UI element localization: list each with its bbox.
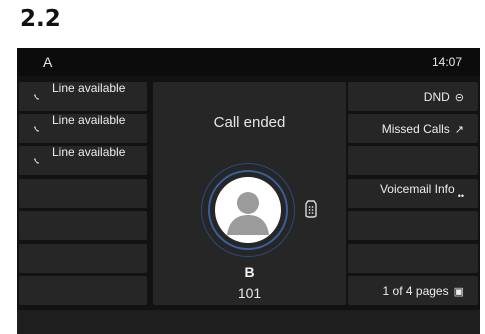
missed-call-icon: ↗ [454,124,464,136]
pages-icon: ▣ [453,286,464,298]
avatar [215,177,281,243]
dnd-label: DND [423,90,450,104]
voicemail-info-button[interactable]: Voicemail Info •• [348,179,478,208]
missed-calls-label: Missed Calls [381,122,450,136]
phone-icon: 📞︎ [33,91,41,104]
bottom-bar [17,310,480,334]
phone-icon: 📞︎ [33,155,41,168]
line-key-6[interactable] [19,244,147,273]
line-key-4[interactable] [19,179,147,208]
pages-label: 1 of 4 pages [382,284,449,298]
line-key-2[interactable]: 📞︎ Line available [19,114,147,143]
soft-key-empty-2[interactable] [348,211,478,240]
phone-screen: A 14:07 📞︎ Line available 📞︎ Line availa… [17,48,480,334]
account-label: A [43,54,53,70]
handset-icon [305,200,317,218]
call-status: Call ended [213,114,286,131]
dnd-button[interactable]: DND ⊝ [348,82,478,111]
voicemail-label: Voicemail Info [379,182,455,196]
line-key-3[interactable]: 📞︎ Line available [19,146,147,175]
line-key-label: Line available [52,113,126,127]
line-key-7[interactable] [19,276,147,305]
person-icon [227,192,269,235]
soft-key-empty-1[interactable] [348,146,478,175]
status-bar: A 14:07 [17,48,480,76]
line-key-label: Line available [52,145,126,159]
voicemail-icon: •• [457,191,464,201]
missed-calls-button[interactable]: Missed Calls ↗ [348,114,478,143]
pages-button[interactable]: 1 of 4 pages ▣ [348,276,478,305]
contact-name: B [244,264,255,280]
line-key-5[interactable] [19,211,147,240]
dnd-icon: ⊝ [454,92,464,104]
line-key-1[interactable]: 📞︎ Line available [19,82,147,111]
soft-key-empty-3[interactable] [348,244,478,273]
phone-icon: 📞︎ [33,123,41,136]
call-panel: Call ended B 101 [153,82,346,305]
line-key-label: Line available [52,81,126,95]
clock: 14:07 [431,55,462,69]
section-heading: 2.2 [20,6,61,32]
contact-number: 101 [237,285,262,301]
